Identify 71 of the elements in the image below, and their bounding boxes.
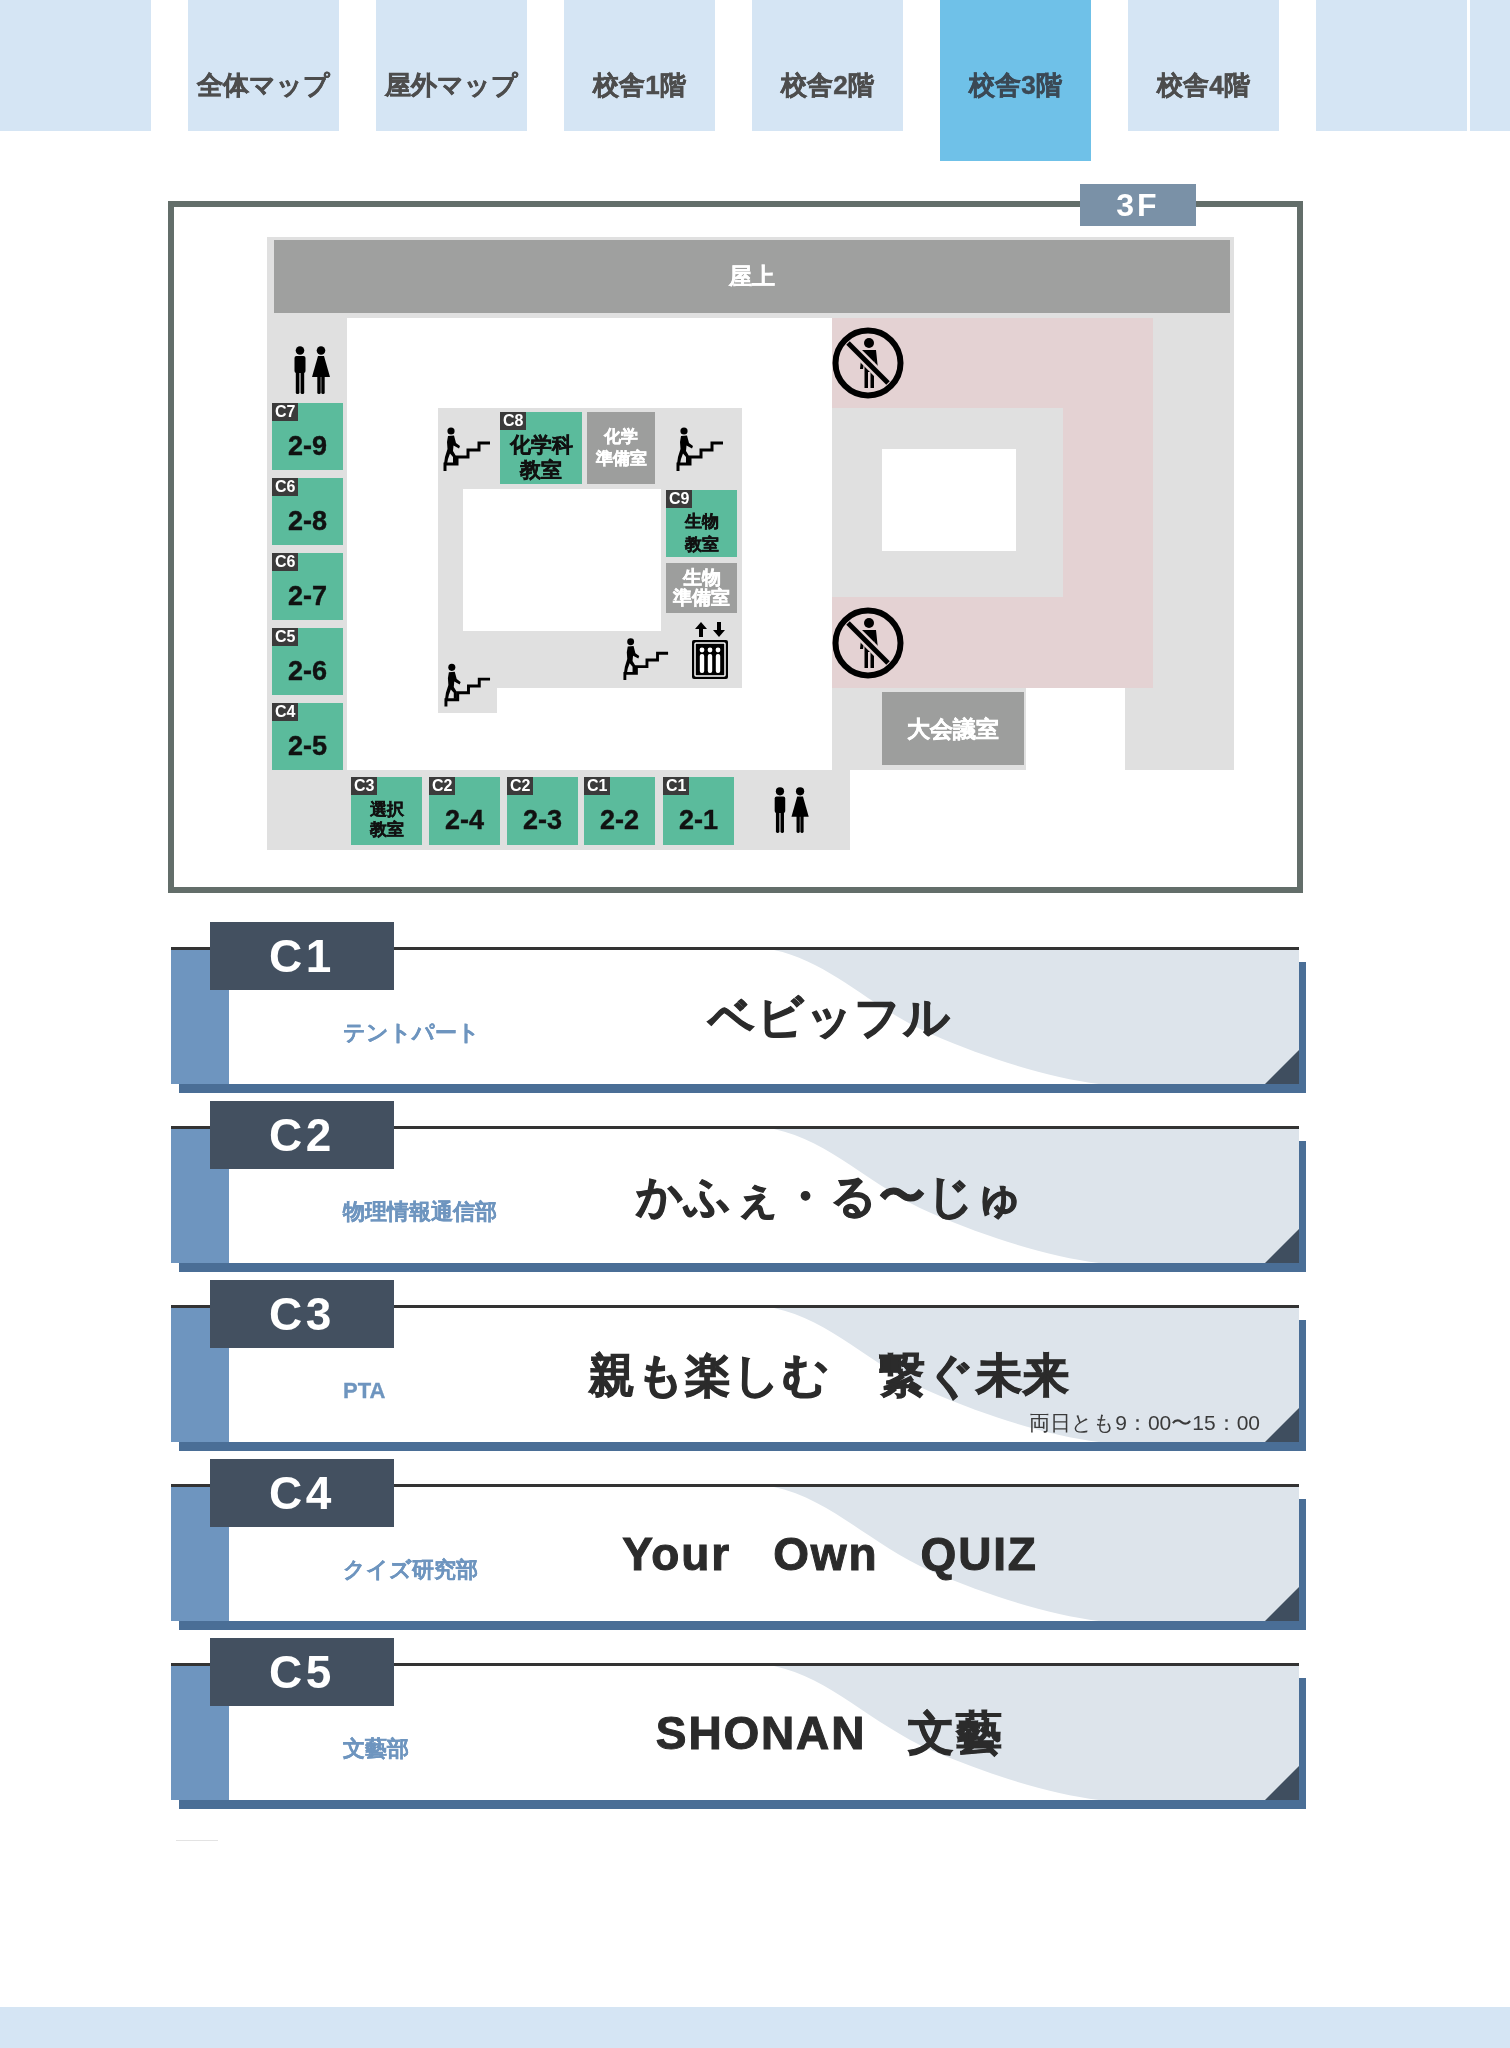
corner-triangle-icon — [1265, 1766, 1299, 1800]
room-code-label: C5 — [272, 628, 299, 646]
room-code-label: C3 — [351, 777, 378, 795]
booth-code-label: C2 — [210, 1101, 394, 1169]
corner-triangle-icon — [1265, 1229, 1299, 1263]
floor-label: 3F — [1080, 184, 1196, 226]
room-label: 教室 — [369, 820, 404, 840]
room-label: 2-8 — [288, 505, 327, 536]
floor-tab[interactable]: 校舎1階 — [564, 0, 715, 131]
room-label: 2-6 — [288, 655, 327, 686]
floor-tab[interactable]: 屋外マップ — [376, 0, 527, 131]
room-label: 化学 — [604, 426, 638, 448]
room-code-label: C2 — [429, 777, 456, 795]
booth-title: ベビッフル — [707, 990, 953, 1045]
stairs-icon — [675, 427, 725, 471]
room-code-label: C1 — [663, 777, 690, 795]
opening-hours: 両日とも9：00〜15：00 — [1029, 1410, 1260, 1436]
blank-tab[interactable] — [1316, 0, 1467, 131]
rooftop-area: 屋上 — [274, 240, 1230, 313]
no-entry-icon — [832, 327, 904, 399]
corner-triangle-icon — [1265, 1408, 1299, 1442]
booth-code-label: C1 — [210, 922, 394, 990]
booth-code-label: C5 — [210, 1638, 394, 1706]
club-name: 物理情報通信部 — [343, 1198, 497, 1224]
room-label: 2-3 — [523, 805, 562, 835]
room-code-label: C6 — [272, 478, 299, 496]
room-label: 選択 — [369, 800, 404, 820]
floor-tab[interactable]: 校舎3階 — [940, 0, 1091, 161]
room-label: 2-9 — [288, 430, 327, 461]
room-label: 2-7 — [288, 580, 327, 611]
room-code-label: C7 — [272, 403, 299, 421]
room-label: 2-5 — [288, 730, 327, 761]
booth-title: かふぇ・る〜じゅ — [635, 1169, 1025, 1224]
floor-tab[interactable]: 校舎4階 — [1128, 0, 1279, 131]
corner-triangle-icon — [1265, 1050, 1299, 1084]
blank-tab[interactable] — [1470, 0, 1510, 131]
corner-triangle-icon — [1265, 1587, 1299, 1621]
room-label: 生物 — [684, 510, 719, 533]
booth-title: Your Own QUIZ — [622, 1527, 1038, 1582]
club-name: PTA — [343, 1377, 386, 1403]
room-label: 教室 — [520, 457, 562, 482]
booth-title: SHONAN 文藝 — [655, 1706, 1005, 1761]
no-entry-icon — [832, 607, 904, 679]
room-label: 大会議室 — [907, 715, 999, 742]
blank-tab[interactable] — [0, 0, 151, 131]
elevator-icon — [692, 622, 728, 679]
room-label: 教室 — [684, 533, 719, 556]
room-code-label: C2 — [507, 777, 534, 795]
room-code-label: C4 — [272, 703, 299, 721]
room-label: 2-4 — [445, 805, 484, 835]
club-name: 文藝部 — [343, 1735, 409, 1761]
room-code-label: C9 — [666, 490, 693, 508]
stairs-icon — [622, 637, 670, 681]
club-name: クイズ研究部 — [343, 1556, 478, 1582]
booth-title: 親も楽しむ 繋ぐ未来 — [588, 1348, 1072, 1403]
booth-code-label: C4 — [210, 1459, 394, 1527]
room-code-label: C8 — [500, 412, 527, 430]
stairs-icon — [443, 663, 492, 707]
room-label: 生物 — [682, 568, 721, 588]
floor-tab[interactable]: 全体マップ — [188, 0, 339, 131]
room-label: 準備室 — [595, 448, 647, 470]
room-label: 2-1 — [679, 805, 718, 835]
floor-tab[interactable]: 校舎2階 — [752, 0, 903, 131]
stairs-icon — [442, 427, 492, 471]
room-code-label: C1 — [584, 777, 611, 795]
room-code-label: C6 — [272, 553, 299, 571]
room-label: 準備室 — [673, 588, 730, 608]
room-label: 化学科 — [509, 432, 573, 457]
booth-code-label: C3 — [210, 1280, 394, 1348]
room-label: 2-2 — [600, 805, 639, 835]
club-name: テントパート — [343, 1019, 480, 1045]
